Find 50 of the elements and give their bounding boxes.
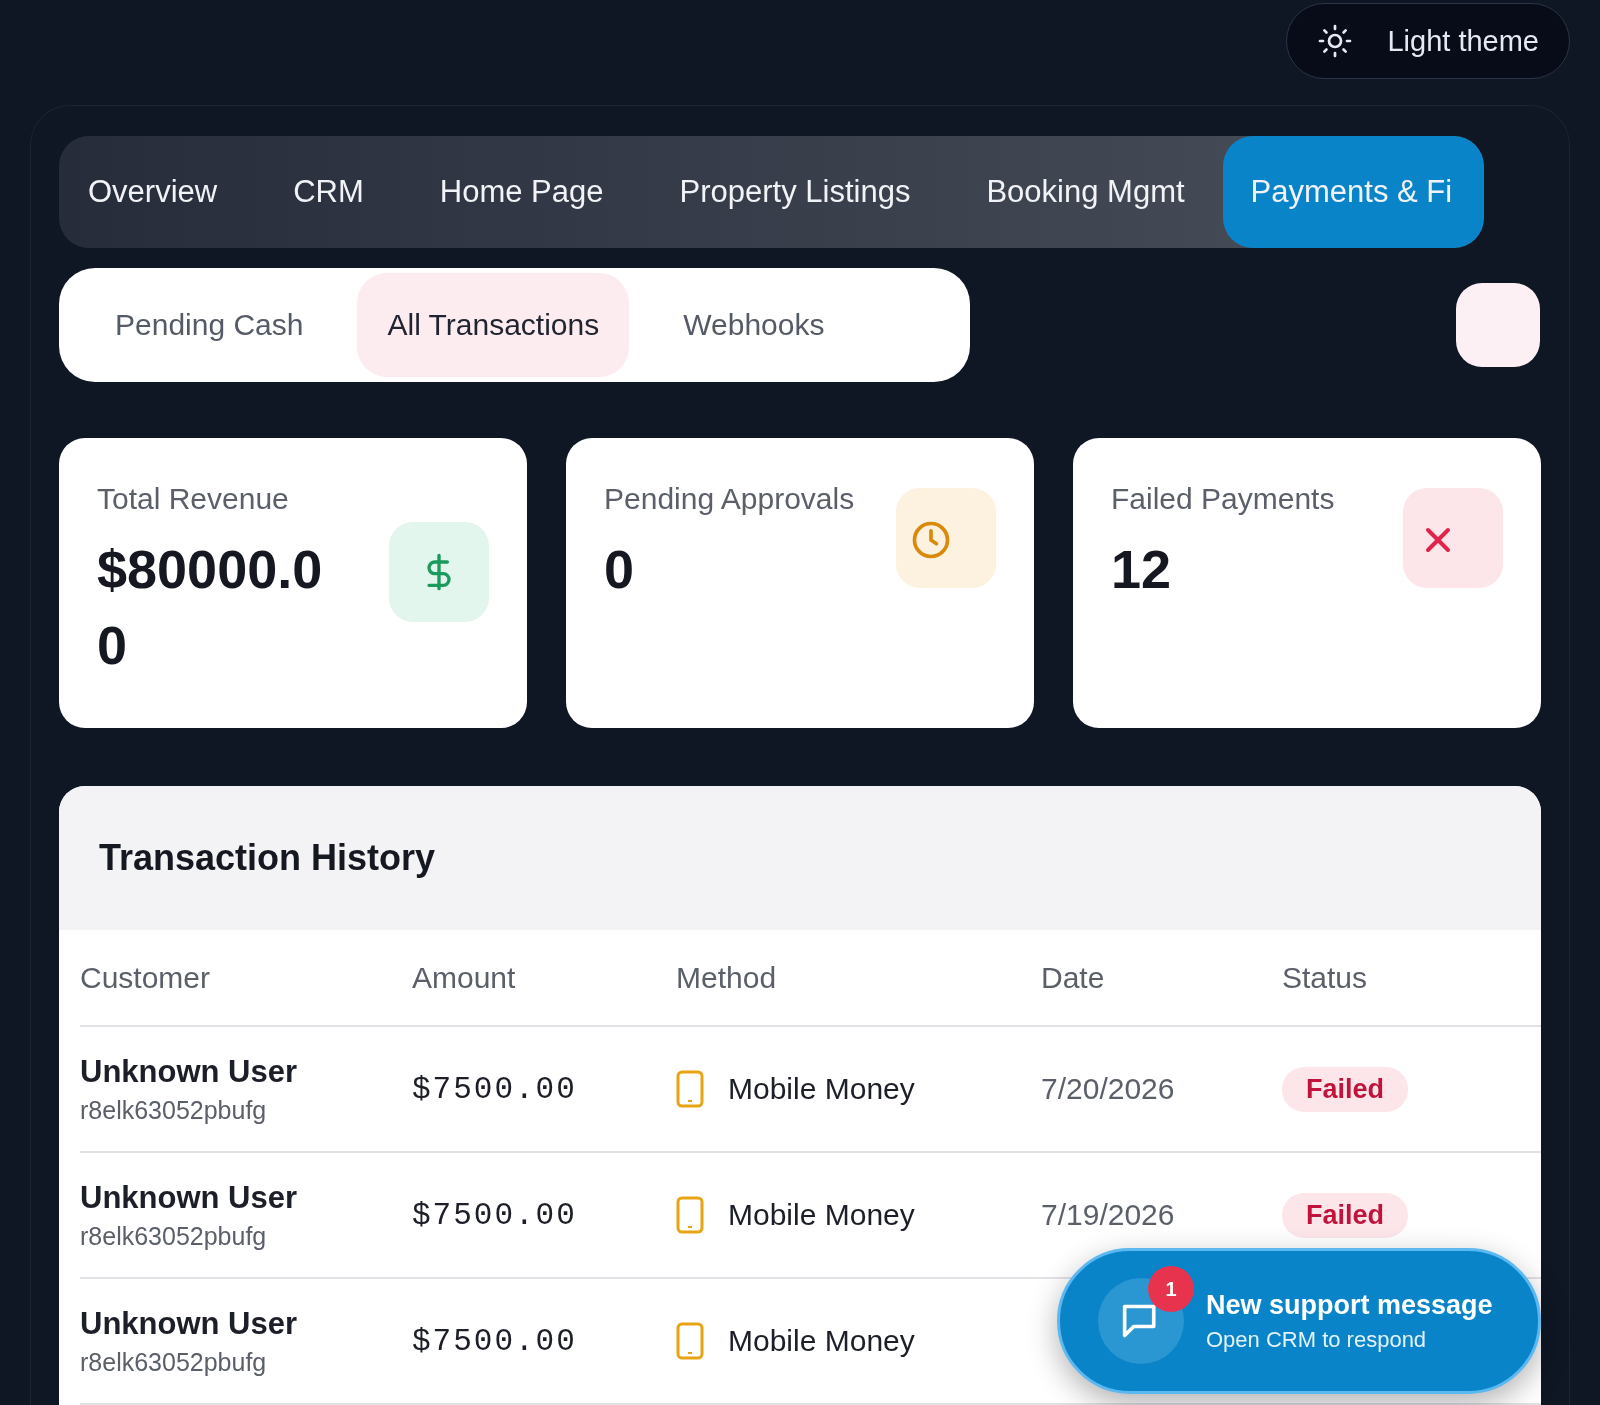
- status-badge: Failed: [1282, 1066, 1409, 1112]
- stat-label: Pending Approvals: [604, 482, 855, 516]
- action-button[interactable]: [1456, 283, 1540, 367]
- column-header: Date: [1041, 960, 1105, 995]
- nav-tab[interactable]: Overview: [59, 136, 256, 248]
- support-toast[interactable]: 1 New support message Open CRM to respond: [1057, 1248, 1541, 1394]
- nav-tab[interactable]: Payments & Fi: [1222, 136, 1484, 248]
- toast-subtitle: Open CRM to respond: [1206, 1326, 1428, 1353]
- phone-icon: [676, 1196, 704, 1234]
- column-header: Status: [1282, 960, 1368, 995]
- customer-name: Unknown User: [80, 1179, 299, 1216]
- sub-tab[interactable]: Pending Cash: [61, 273, 358, 377]
- method-text: Mobile Money: [728, 1072, 915, 1106]
- sub-tab[interactable]: All Transactions: [357, 273, 630, 377]
- method-text: Mobile Money: [728, 1324, 915, 1358]
- phone-icon: [676, 1070, 704, 1108]
- dollar-icon: [389, 522, 489, 622]
- stat-value: 0: [604, 538, 636, 601]
- customer-name: Unknown User: [80, 1305, 299, 1342]
- date-text: 7/19/2026: [1041, 1198, 1176, 1232]
- clock-icon: [896, 488, 996, 588]
- column-header: Amount: [412, 960, 516, 995]
- stat-label: Failed Payments: [1111, 482, 1336, 516]
- nav-tab[interactable]: Home Page: [401, 136, 642, 248]
- theme-toggle-button[interactable]: Light theme: [1286, 3, 1570, 79]
- notification-badge: 1: [1148, 1266, 1194, 1312]
- status-badge: Failed: [1282, 1192, 1409, 1238]
- customer-id: r8elk63052pbufg: [80, 1347, 268, 1377]
- stat-label: Total Revenue: [97, 482, 290, 516]
- method-text: Mobile Money: [728, 1198, 915, 1232]
- customer-id: r8elk63052pbufg: [80, 1095, 268, 1125]
- nav-tab[interactable]: Property Listings: [641, 136, 949, 248]
- table-title: Transaction History: [99, 837, 436, 879]
- column-header: Method: [676, 960, 777, 995]
- nav-tab[interactable]: Booking Mgmt: [948, 136, 1223, 248]
- column-header: Customer: [80, 960, 211, 995]
- customer-name: Unknown User: [80, 1053, 299, 1090]
- phone-icon: [676, 1322, 704, 1360]
- close-icon: [1403, 488, 1503, 588]
- stat-value: $80000.00: [97, 538, 324, 677]
- stat-value: 12: [1111, 538, 1173, 601]
- sun-icon: [1317, 23, 1354, 59]
- sub-tab[interactable]: Webhooks: [629, 273, 879, 377]
- amount-text: $7500.00: [412, 1071, 578, 1107]
- amount-text: $7500.00: [412, 1323, 578, 1359]
- date-text: 7/20/2026: [1041, 1072, 1176, 1106]
- customer-id: r8elk63052pbufg: [80, 1221, 268, 1251]
- amount-text: $7500.00: [412, 1197, 578, 1233]
- nav-tab[interactable]: CRM: [255, 136, 402, 248]
- toast-title: New support message: [1206, 1289, 1493, 1321]
